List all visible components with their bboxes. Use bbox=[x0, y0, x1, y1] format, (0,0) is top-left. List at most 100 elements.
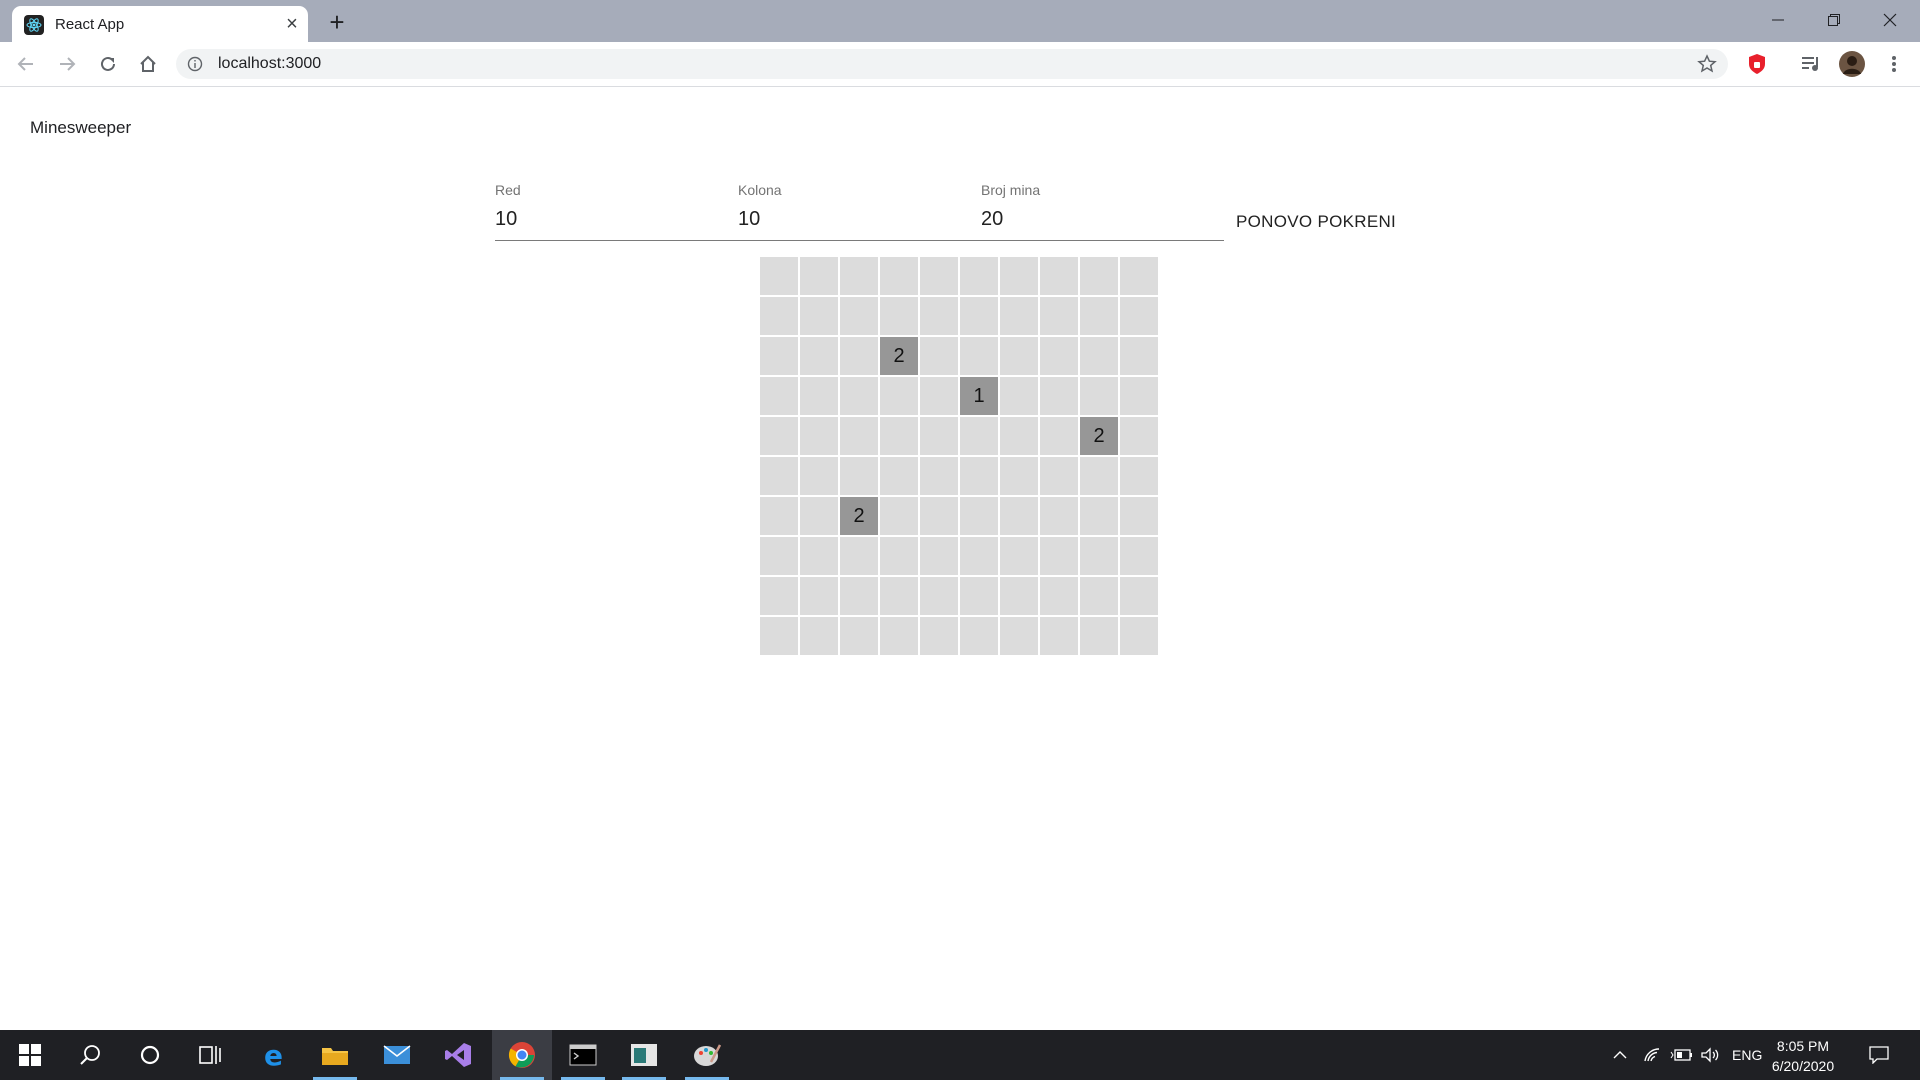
board-cell[interactable] bbox=[760, 617, 798, 655]
board-cell[interactable] bbox=[960, 297, 998, 335]
minimize-icon[interactable] bbox=[1750, 0, 1806, 40]
paint-icon[interactable] bbox=[677, 1030, 737, 1080]
board-cell[interactable] bbox=[1080, 337, 1118, 375]
board-cell[interactable] bbox=[1040, 377, 1078, 415]
board-cell[interactable] bbox=[1120, 617, 1158, 655]
board-cell[interactable] bbox=[840, 337, 878, 375]
windows-start-icon[interactable] bbox=[0, 1030, 60, 1080]
board-cell[interactable] bbox=[800, 377, 838, 415]
board-cell[interactable] bbox=[1080, 617, 1118, 655]
board-cell[interactable] bbox=[920, 457, 958, 495]
board-cell[interactable] bbox=[840, 297, 878, 335]
board-cell[interactable] bbox=[1000, 297, 1038, 335]
board-cell[interactable] bbox=[960, 577, 998, 615]
board-cell[interactable] bbox=[1040, 417, 1078, 455]
board-cell[interactable] bbox=[1040, 297, 1078, 335]
board-cell[interactable] bbox=[920, 337, 958, 375]
board-cell[interactable] bbox=[880, 617, 918, 655]
board-cell[interactable] bbox=[840, 617, 878, 655]
cortana-icon[interactable] bbox=[120, 1030, 180, 1080]
board-cell[interactable] bbox=[800, 337, 838, 375]
board-cell[interactable] bbox=[1040, 497, 1078, 535]
board-cell[interactable] bbox=[880, 577, 918, 615]
tab-close-icon[interactable]: × bbox=[280, 12, 304, 36]
notifications-icon[interactable] bbox=[1864, 1030, 1894, 1080]
mines-field[interactable]: Broj mina bbox=[981, 182, 1224, 241]
board-cell[interactable] bbox=[960, 457, 998, 495]
bookmark-star-icon[interactable] bbox=[1696, 53, 1718, 75]
board-cell[interactable] bbox=[1120, 377, 1158, 415]
board-cell[interactable] bbox=[960, 257, 998, 295]
board-cell[interactable] bbox=[1000, 257, 1038, 295]
mines-input[interactable] bbox=[981, 208, 1211, 231]
extension-shield-icon[interactable] bbox=[1743, 50, 1771, 78]
board-cell[interactable] bbox=[800, 257, 838, 295]
restore-icon[interactable] bbox=[1806, 0, 1862, 40]
board-cell[interactable] bbox=[800, 417, 838, 455]
board-cell[interactable] bbox=[1000, 457, 1038, 495]
back-icon[interactable] bbox=[12, 50, 40, 78]
board-cell[interactable] bbox=[1040, 337, 1078, 375]
board-cell[interactable] bbox=[880, 497, 918, 535]
file-explorer-icon[interactable] bbox=[305, 1030, 365, 1080]
board-cell[interactable] bbox=[1040, 577, 1078, 615]
board-cell[interactable] bbox=[800, 497, 838, 535]
board-cell[interactable] bbox=[1080, 297, 1118, 335]
profile-avatar[interactable] bbox=[1838, 50, 1866, 78]
board-cell[interactable] bbox=[920, 537, 958, 575]
board-cell[interactable] bbox=[1120, 337, 1158, 375]
board-cell[interactable] bbox=[880, 457, 918, 495]
board-cell[interactable] bbox=[920, 417, 958, 455]
board-cell[interactable] bbox=[1080, 257, 1118, 295]
chrome-icon[interactable] bbox=[492, 1030, 552, 1080]
site-info-icon[interactable] bbox=[186, 55, 204, 73]
board-cell[interactable] bbox=[960, 497, 998, 535]
board-cell[interactable] bbox=[800, 577, 838, 615]
board-cell[interactable] bbox=[920, 377, 958, 415]
board-cell[interactable] bbox=[920, 297, 958, 335]
board-cell[interactable] bbox=[760, 537, 798, 575]
board-cell[interactable] bbox=[840, 257, 878, 295]
board-cell[interactable] bbox=[1080, 457, 1118, 495]
board-cell[interactable] bbox=[960, 337, 998, 375]
browser-tab[interactable]: React App × bbox=[12, 6, 308, 42]
board-cell[interactable] bbox=[1080, 377, 1118, 415]
board-cell[interactable] bbox=[760, 457, 798, 495]
board-cell[interactable] bbox=[840, 457, 878, 495]
board-cell[interactable] bbox=[840, 417, 878, 455]
board-cell[interactable] bbox=[800, 297, 838, 335]
system-clock[interactable]: 8:05 PM 6/20/2020 bbox=[1758, 1036, 1848, 1076]
board-cell[interactable] bbox=[1120, 257, 1158, 295]
board-cell[interactable] bbox=[1000, 377, 1038, 415]
columns-input[interactable] bbox=[738, 208, 968, 231]
board-cell[interactable] bbox=[1080, 497, 1118, 535]
reload-icon[interactable] bbox=[94, 50, 122, 78]
board-cell[interactable] bbox=[1120, 457, 1158, 495]
board-cell[interactable] bbox=[1040, 257, 1078, 295]
board-cell[interactable] bbox=[1000, 497, 1038, 535]
volume-icon[interactable] bbox=[1697, 1030, 1723, 1080]
media-control-icon[interactable] bbox=[1797, 50, 1825, 78]
restart-button[interactable]: PONOVO POKRENI bbox=[1236, 206, 1416, 238]
battery-icon[interactable] bbox=[1668, 1030, 1694, 1080]
visual-studio-icon[interactable] bbox=[428, 1030, 488, 1080]
board-cell-revealed[interactable]: 2 bbox=[1080, 417, 1118, 455]
board-cell[interactable] bbox=[1120, 537, 1158, 575]
board-cell[interactable] bbox=[1120, 297, 1158, 335]
board-cell[interactable] bbox=[880, 377, 918, 415]
close-window-icon[interactable] bbox=[1862, 0, 1918, 40]
edge-browser-icon[interactable]: e bbox=[245, 1030, 305, 1080]
board-cell[interactable] bbox=[1040, 617, 1078, 655]
board-cell-revealed[interactable]: 1 bbox=[960, 377, 998, 415]
board-cell[interactable] bbox=[1040, 537, 1078, 575]
board-cell[interactable] bbox=[760, 297, 798, 335]
board-cell[interactable] bbox=[1040, 457, 1078, 495]
search-icon[interactable] bbox=[60, 1030, 120, 1080]
board-cell[interactable] bbox=[1120, 577, 1158, 615]
forward-icon[interactable] bbox=[53, 50, 81, 78]
board-cell[interactable] bbox=[1000, 577, 1038, 615]
columns-field[interactable]: Kolona bbox=[738, 182, 981, 241]
board-cell[interactable] bbox=[760, 377, 798, 415]
board-cell[interactable] bbox=[760, 417, 798, 455]
wifi-icon[interactable] bbox=[1640, 1030, 1664, 1080]
